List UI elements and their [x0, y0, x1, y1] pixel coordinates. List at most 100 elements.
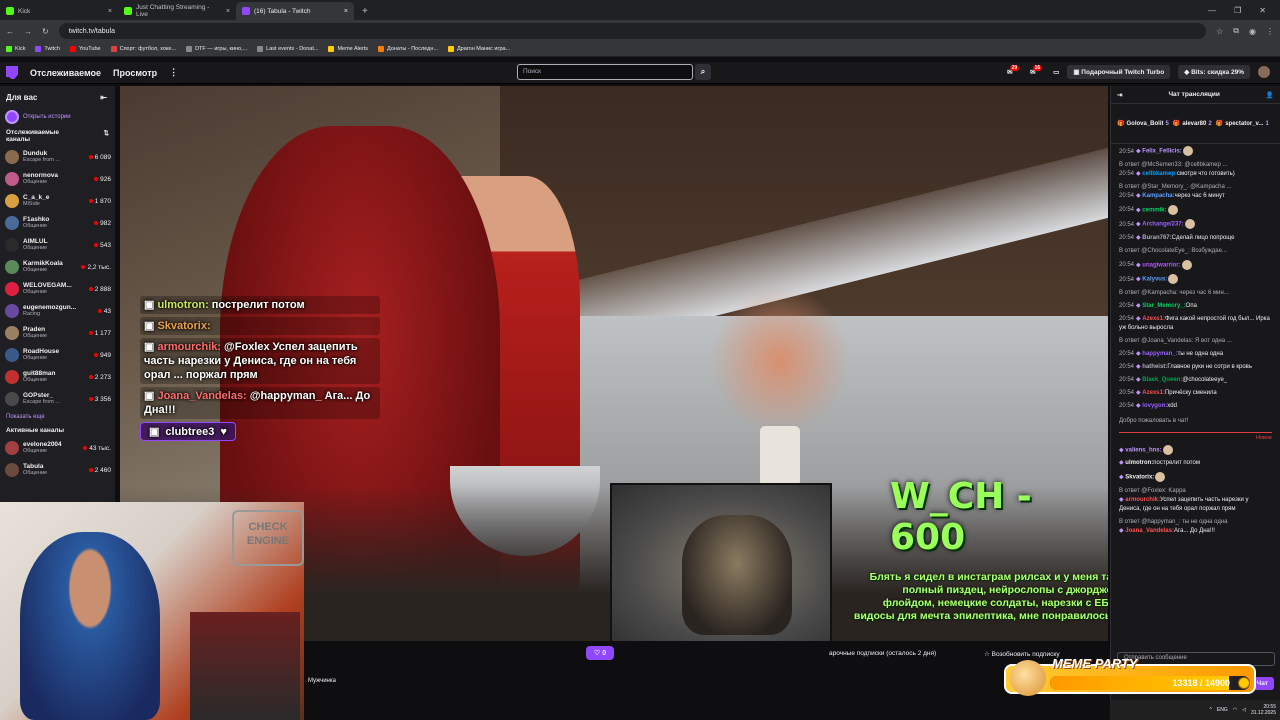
stories-button[interactable]: Открыть истории: [0, 108, 115, 126]
turbo-button[interactable]: ▣ Подарочный Twitch Turbo: [1067, 65, 1171, 79]
sidebar-channel[interactable]: AIMLUL Общение 543: [0, 234, 115, 256]
chat-username[interactable]: hatheist:: [1142, 364, 1167, 370]
bookmark-item[interactable]: Донаты - Последн...: [378, 46, 438, 52]
menu-icon[interactable]: ⋮: [1266, 27, 1274, 36]
whispers-icon[interactable]: ✉16: [1030, 65, 1045, 76]
sidebar-channel[interactable]: Tabula Общение 2 460: [0, 459, 115, 481]
chat-username[interactable]: Joana_Vandelas:: [1125, 528, 1174, 534]
more-icon[interactable]: ⋮: [169, 67, 178, 78]
chat-username[interactable]: ulmotron:: [1125, 460, 1153, 466]
sidebar-channel[interactable]: evelone2004 Общение 43 тыс.: [0, 437, 115, 459]
stream-tag[interactable]: Мужчинка: [308, 678, 336, 684]
channel-avatar: [5, 260, 19, 274]
collapse-chat-icon[interactable]: ⇥: [1117, 91, 1122, 99]
bookmark-item[interactable]: Twitch: [35, 46, 60, 52]
browser-tab[interactable]: Just Chatting Streaming - Live ×: [118, 2, 236, 20]
chat-username[interactable]: Buran767:: [1142, 235, 1171, 241]
close-tab-icon[interactable]: ×: [226, 8, 230, 15]
search-button[interactable]: ⌕: [695, 64, 711, 80]
bookmark-item[interactable]: Last events - Donat...: [257, 46, 318, 52]
viewer-count: 543: [100, 241, 111, 249]
left-sidebar: Для вас ⇤ Открыть истории Отслеживаемые к…: [0, 86, 115, 502]
forward-icon[interactable]: →: [24, 27, 32, 36]
maximize-button[interactable]: ❐: [1234, 6, 1241, 15]
top-gifter[interactable]: 🎁 spectator_v... 1: [1216, 120, 1269, 128]
chat-username[interactable]: Star_Memory_:: [1142, 303, 1185, 309]
notifications-icon[interactable]: ✉29: [1007, 65, 1022, 76]
chat-username[interactable]: Azexs1:: [1142, 390, 1165, 396]
back-icon[interactable]: ←: [6, 27, 14, 36]
minimize-button[interactable]: —: [1208, 6, 1216, 15]
users-icon[interactable]: 👤: [1266, 91, 1274, 99]
sidebar-channel[interactable]: nenormova Общение 926: [0, 168, 115, 190]
bookmark-item[interactable]: YouTube: [69, 46, 101, 52]
sidebar-channel[interactable]: GOPster_ Escape from ... 3 356: [0, 388, 115, 410]
chat-username[interactable]: Black_Queen:: [1142, 377, 1182, 383]
show-more-link[interactable]: Показать еще: [0, 410, 115, 424]
channel-name: RoadHouse: [23, 348, 60, 355]
chat-username[interactable]: Archange/237:: [1142, 222, 1183, 228]
activity-icon[interactable]: ▭: [1053, 68, 1059, 76]
sort-icon[interactable]: ⇅: [104, 129, 109, 143]
sidebar-channel[interactable]: eugenemozgun... Racing 43: [0, 300, 115, 322]
nav-browse[interactable]: Просмотр: [113, 68, 157, 78]
sidebar-channel[interactable]: WELOVEGAM... Общение 2 888: [0, 278, 115, 300]
sidebar-channel[interactable]: Praden Общение 1 177: [0, 322, 115, 344]
chat-timestamp: 20:54: [1119, 315, 1135, 322]
bookmark-star-icon[interactable]: ☆: [1216, 27, 1223, 36]
bookmark-item[interactable]: DTF — игры, кино,...: [186, 46, 247, 52]
follow-button[interactable]: ♡ 0: [586, 646, 615, 660]
wifi-icon[interactable]: ◠: [1233, 707, 1237, 713]
chat-username[interactable]: armourchik:: [1125, 497, 1160, 503]
volume-icon[interactable]: ◁: [1242, 707, 1246, 713]
browser-tab[interactable]: Kick ×: [0, 2, 118, 20]
chat-username[interactable]: happyman_:: [1142, 351, 1177, 357]
bits-button[interactable]: ◆ Bits: скидка 29%: [1178, 65, 1250, 79]
viewer-count: 1 870: [94, 197, 111, 205]
keyboard-language[interactable]: ENG: [1217, 707, 1228, 713]
renew-sub-button[interactable]: ☆ Возобновить подписку: [984, 650, 1060, 658]
sidebar-channel[interactable]: guit88man Общение 2 273: [0, 366, 115, 388]
close-tab-icon[interactable]: ×: [108, 8, 112, 15]
new-tab-button[interactable]: +: [354, 2, 376, 20]
chat-username[interactable]: lovygon:: [1142, 403, 1167, 409]
chat-username[interactable]: Kampacha:: [1142, 193, 1174, 199]
chat-username[interactable]: Azexs1:: [1142, 316, 1165, 322]
user-avatar[interactable]: [1258, 66, 1270, 78]
chat-username[interactable]: cellbkamep:: [1142, 171, 1177, 177]
close-window-button[interactable]: ✕: [1259, 6, 1266, 15]
clock[interactable]: 20:55 31.12.2025: [1251, 704, 1276, 716]
url-bar[interactable]: twitch.tv/tabula: [58, 23, 1207, 39]
channel-avatar: [5, 463, 19, 477]
reload-icon[interactable]: ↻: [42, 27, 49, 36]
browser-tab[interactable]: (16) Tabula - Twitch ×: [236, 2, 354, 20]
collapse-sidebar-icon[interactable]: ⇤: [100, 93, 107, 102]
bookmark-item[interactable]: Драгон Манис игра...: [447, 46, 510, 52]
close-tab-icon[interactable]: ×: [344, 8, 348, 15]
sidebar-channel[interactable]: C_a_k_e MiSide 1 870: [0, 190, 115, 212]
channel-viewers: 982: [94, 220, 111, 227]
sidebar-channel[interactable]: KarmikKoala Общение 2,2 тыс.: [0, 256, 115, 278]
top-gifter[interactable]: 🎁 Golova_Bolit 5: [1117, 120, 1169, 128]
tray-chevron-icon[interactable]: ^: [1210, 707, 1212, 713]
chat-username[interactable]: Felix_Fellicis:: [1142, 149, 1181, 155]
chat-username[interactable]: cemmik:: [1142, 207, 1166, 213]
sidebar-channel[interactable]: F1ashko Общение 982: [0, 212, 115, 234]
chat-text: ты не одна одна: [1177, 350, 1224, 357]
sidebar-channel[interactable]: Dunduk Escape from ... 6 089: [0, 146, 115, 168]
bookmark-item[interactable]: Kick: [6, 46, 25, 52]
chat-username[interactable]: Kalyvus:: [1142, 277, 1167, 283]
nav-following[interactable]: Отслеживаемое: [30, 68, 101, 78]
top-gifter[interactable]: 🎁 alevar80 2: [1173, 120, 1212, 128]
bookmark-item[interactable]: Спорт: футбол, хоке...: [110, 46, 176, 52]
bookmark-item[interactable]: Meme Alerts: [328, 46, 368, 52]
chat-username[interactable]: Skvatorix:: [1125, 475, 1154, 481]
chat-badge-icon: ▣: [144, 320, 158, 332]
extensions-icon[interactable]: ⧉: [1233, 26, 1239, 36]
search-input[interactable]: Поиск: [517, 64, 693, 80]
sidebar-channel[interactable]: RoadHouse Общение 949: [0, 344, 115, 366]
chat-username[interactable]: unagiwarrior:: [1142, 262, 1180, 268]
twitch-logo-icon[interactable]: [6, 66, 18, 79]
profile-icon[interactable]: ◉: [1249, 27, 1256, 36]
chat-username[interactable]: valiens_hns:: [1125, 447, 1161, 453]
